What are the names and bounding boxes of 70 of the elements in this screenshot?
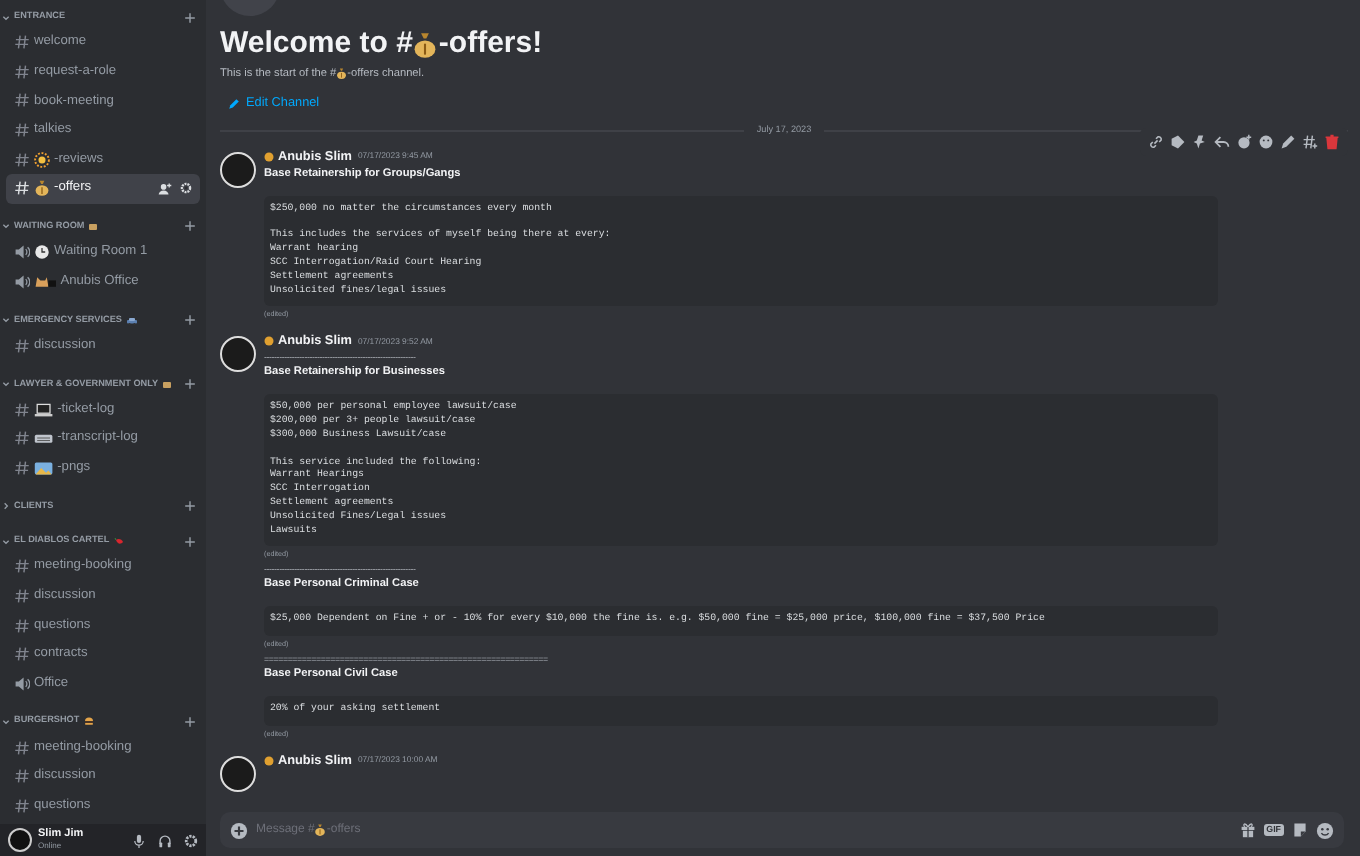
keyboard-icon: [34, 430, 54, 447]
hash-icon: [14, 768, 30, 785]
add-member-icon[interactable]: [158, 181, 172, 196]
chevron-down-icon[interactable]: [2, 13, 10, 21]
hash-icon: [14, 739, 30, 756]
hash-icon: [14, 92, 30, 109]
emoji-icon[interactable]: [1316, 821, 1334, 839]
hash-icon: [14, 460, 30, 476]
plus-icon[interactable]: [184, 314, 196, 327]
burger-icon: [83, 716, 94, 727]
hash-icon: [14, 180, 30, 197]
speaker-icon: [14, 244, 30, 261]
reply-icon[interactable]: [1214, 134, 1230, 150]
sun-icon: [34, 151, 50, 168]
hash-icon: [14, 34, 30, 51]
settings-icon[interactable]: [180, 182, 192, 195]
hash-icon: [14, 122, 30, 139]
pencil-icon: [228, 98, 240, 111]
car-icon: [125, 315, 138, 326]
emoji-icon: [162, 379, 173, 390]
status-dot-icon: [264, 756, 274, 767]
chevron-right-icon[interactable]: [2, 502, 10, 511]
avatar: [8, 828, 32, 852]
welcome-title: -offers!: [438, 26, 543, 62]
delete-icon[interactable]: [1324, 134, 1340, 150]
avatar: [220, 336, 256, 373]
plus-icon[interactable]: [184, 535, 196, 548]
emoji-icon: [88, 221, 99, 232]
microphone-icon[interactable]: [132, 833, 146, 847]
sticker-icon[interactable]: [1292, 822, 1308, 838]
welcome-title: Welcome to #: [220, 26, 413, 62]
hash-icon: [14, 63, 30, 80]
hash-icon: [14, 151, 30, 168]
plus-icon[interactable]: [184, 11, 196, 23]
money-bag-icon: [412, 31, 439, 57]
hash-icon: [14, 430, 30, 447]
add-attachment-icon[interactable]: [230, 821, 248, 839]
status-dot-icon: [264, 151, 274, 162]
gift-icon[interactable]: [1239, 822, 1256, 838]
money-bag-icon: [336, 68, 348, 80]
pin-icon[interactable]: [1192, 134, 1208, 150]
settings-icon[interactable]: [184, 833, 198, 847]
smiley-icon[interactable]: [1258, 134, 1274, 150]
plus-icon[interactable]: [184, 715, 196, 728]
money-bag-icon: [34, 180, 50, 197]
clock-icon: [34, 244, 50, 261]
dog-icon: [34, 273, 57, 290]
avatar: [220, 151, 256, 188]
pepper-icon: [113, 536, 124, 547]
thread-icon[interactable]: [1302, 134, 1318, 150]
speaker-icon: [14, 273, 30, 290]
hash-icon: [14, 558, 30, 575]
hash-icon: [14, 797, 30, 814]
money-bag-icon: [314, 824, 327, 836]
laptop-icon: [34, 401, 54, 418]
plus-icon[interactable]: [184, 500, 196, 513]
picture-icon: [34, 460, 54, 476]
plus-icon[interactable]: [184, 220, 196, 233]
status-dot-icon: [264, 336, 274, 347]
link-icon[interactable]: [1148, 134, 1164, 150]
add-reaction-icon[interactable]: [1236, 134, 1252, 150]
avatar: [220, 756, 256, 793]
hash-icon: [14, 401, 30, 418]
hash-icon: [14, 337, 30, 354]
plus-icon[interactable]: [184, 378, 196, 391]
hash-icon: [14, 646, 30, 663]
headphones-icon[interactable]: [158, 833, 172, 847]
hash-icon: [14, 587, 30, 604]
hash-icon: [14, 617, 30, 634]
speaker-icon: [14, 675, 30, 692]
